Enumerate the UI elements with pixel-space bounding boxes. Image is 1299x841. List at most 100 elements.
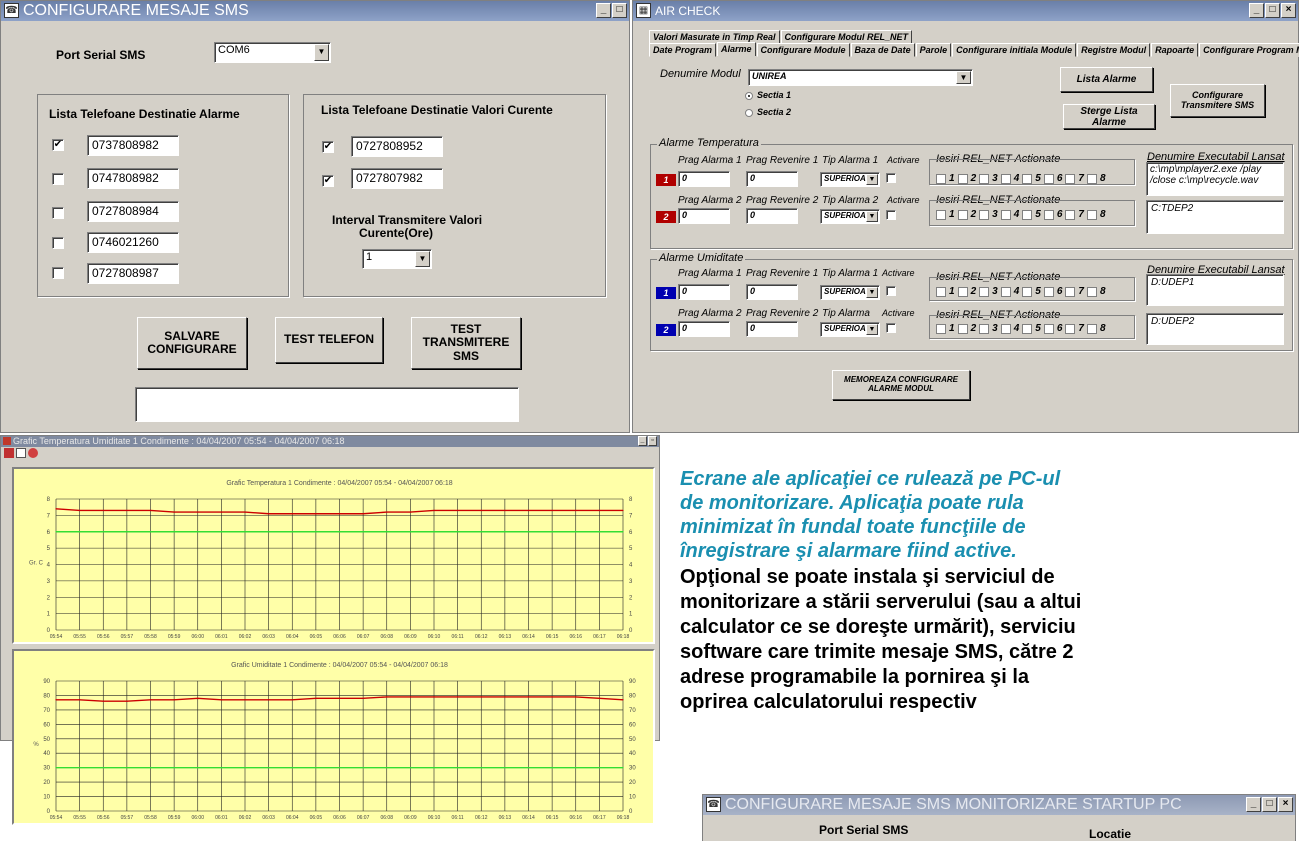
- alarm-phone-input-1[interactable]: 0737808982: [87, 135, 179, 156]
- tab-config-module[interactable]: Configurare Module: [756, 43, 850, 57]
- save-config-button[interactable]: SALVARE CONFIGURARE: [137, 317, 247, 369]
- alarm-phone-checkbox-2[interactable]: [52, 173, 64, 185]
- rel-checkbox[interactable]: [957, 286, 968, 297]
- minimize-button[interactable]: _: [1246, 797, 1261, 812]
- maximize-button[interactable]: □: [1262, 797, 1277, 812]
- alarm-phone-input-4[interactable]: 0746021260: [87, 232, 179, 253]
- minimize-button[interactable]: _: [638, 436, 647, 446]
- test-phone-button[interactable]: TEST TELEFON: [275, 317, 383, 363]
- sms-title-bar[interactable]: ☎ CONFIGURARE MESAJE SMS _ □: [1, 1, 629, 21]
- rel-checkbox[interactable]: [957, 173, 968, 184]
- current-phone-checkbox-2[interactable]: ✔: [322, 175, 334, 187]
- rel-checkbox[interactable]: [1043, 173, 1054, 184]
- rev1-h-input[interactable]: 0: [746, 284, 798, 300]
- rel-checkbox[interactable]: [1086, 323, 1097, 334]
- rel-checkbox[interactable]: [979, 323, 990, 334]
- activ-t1-checkbox[interactable]: [886, 173, 896, 183]
- activ-t2-checkbox[interactable]: [886, 210, 896, 220]
- tab-rapoarte[interactable]: Rapoarte: [1151, 43, 1199, 57]
- maximize-button[interactable]: □: [1265, 3, 1280, 18]
- rel-checkbox[interactable]: [936, 286, 946, 297]
- rel-checkbox[interactable]: [936, 173, 946, 184]
- rev2-t-input[interactable]: 0: [746, 208, 798, 224]
- chevron-down-icon[interactable]: ▼: [415, 251, 430, 267]
- tab-real-time[interactable]: Valori Masurate in Timp Real: [649, 30, 780, 44]
- rel-checkbox[interactable]: [1065, 173, 1076, 184]
- exe-t2-input[interactable]: C:TDEP2: [1146, 200, 1284, 234]
- chevron-down-icon[interactable]: ▼: [956, 71, 971, 84]
- rel-checkbox[interactable]: [1043, 323, 1054, 334]
- tab-baza-date[interactable]: Baza de Date: [850, 43, 915, 57]
- rel-checkbox[interactable]: [1022, 286, 1033, 297]
- activ-h2-checkbox[interactable]: [886, 323, 896, 333]
- prag2-t-input[interactable]: 0: [678, 208, 730, 224]
- tab-config-monitor[interactable]: Configurare Program Monitorizare: [1199, 43, 1299, 57]
- rel-checkbox[interactable]: [979, 209, 990, 220]
- rel-checkbox[interactable]: [936, 323, 946, 334]
- prag1-h-input[interactable]: 0: [678, 284, 730, 300]
- tab-alarme[interactable]: Alarme: [717, 42, 756, 56]
- rel-checkbox[interactable]: [957, 209, 968, 220]
- rel-checkbox[interactable]: [1086, 209, 1097, 220]
- rel-checkbox[interactable]: [1000, 209, 1011, 220]
- lista-alarme-button[interactable]: Lista Alarme: [1060, 67, 1153, 92]
- tab-parole[interactable]: Parole: [915, 43, 952, 57]
- rel-checkbox[interactable]: [1065, 323, 1076, 334]
- current-phone-checkbox-1[interactable]: ✔: [322, 141, 334, 153]
- rel-checkbox[interactable]: [979, 173, 990, 184]
- memoreaza-button[interactable]: MEMOREAZA CONFIGURARE ALARME MODUL: [832, 370, 970, 400]
- rel-checkbox[interactable]: [1000, 323, 1011, 334]
- test-sms-button[interactable]: TEST TRANSMITERE SMS: [411, 317, 521, 369]
- chevron-down-icon[interactable]: ▼: [866, 174, 878, 185]
- close-button[interactable]: ×: [1281, 3, 1296, 18]
- radio-sectia-2[interactable]: [745, 109, 753, 117]
- rel-checkbox[interactable]: [1000, 173, 1011, 184]
- maximize-button[interactable]: □: [612, 3, 627, 18]
- rel-checkbox[interactable]: [1065, 286, 1076, 297]
- tab-config-initiala[interactable]: Configurare initiala Module: [952, 43, 1077, 57]
- table-icon[interactable]: [16, 448, 26, 458]
- interval-select[interactable]: 1 ▼: [362, 249, 432, 269]
- restore-button[interactable]: ▫: [648, 436, 657, 446]
- rel-checkbox[interactable]: [936, 209, 946, 220]
- rel-checkbox[interactable]: [979, 286, 990, 297]
- close-button[interactable]: ×: [1278, 797, 1293, 812]
- rev2-h-input[interactable]: 0: [746, 321, 798, 337]
- tip2-h-select[interactable]: SUPERIOARA ▼: [820, 322, 880, 337]
- tab-rel-net[interactable]: Configurare Modul REL_NET: [780, 30, 913, 44]
- rel-checkbox[interactable]: [957, 323, 968, 334]
- activ-h1-checkbox[interactable]: [886, 286, 896, 296]
- current-phone-input-2[interactable]: 0727807982: [351, 168, 443, 189]
- alarm-phone-input-5[interactable]: 0727808987: [87, 263, 179, 284]
- alarm-phone-checkbox-4[interactable]: [52, 237, 64, 249]
- chevron-down-icon[interactable]: ▼: [314, 44, 329, 61]
- rel-checkbox[interactable]: [1043, 209, 1054, 220]
- current-phone-input-1[interactable]: 0727808952: [351, 136, 443, 157]
- export-icon[interactable]: [28, 448, 38, 458]
- tab-registre[interactable]: Registre Modul: [1077, 43, 1151, 57]
- air-title-bar[interactable]: ▦ AIR CHECK _ □ ×: [633, 1, 1298, 21]
- rel-checkbox[interactable]: [1000, 286, 1011, 297]
- rev1-t-input[interactable]: 0: [746, 171, 798, 187]
- radio-sectia-1[interactable]: [745, 92, 753, 100]
- alarm-phone-checkbox-3[interactable]: [52, 207, 64, 219]
- exe-t1-input[interactable]: c:\mp\mplayer2.exe /play /close c:\mp\re…: [1146, 162, 1284, 196]
- sterge-alarme-button[interactable]: Sterge Lista Alarme: [1063, 104, 1155, 129]
- graph-title-bar[interactable]: Grafic Temperatura Umiditate 1 Condiment…: [1, 436, 659, 447]
- exe-h1-input[interactable]: D:UDEP1: [1146, 274, 1284, 306]
- config-sms-button[interactable]: Configurare Transmitere SMS: [1170, 84, 1265, 117]
- chevron-down-icon[interactable]: ▼: [866, 211, 878, 222]
- port-select[interactable]: COM6 ▼: [214, 42, 331, 63]
- alarm-phone-input-3[interactable]: 0727808984: [87, 201, 179, 222]
- rel-checkbox[interactable]: [1022, 209, 1033, 220]
- prag1-t-input[interactable]: 0: [678, 171, 730, 187]
- exe-h2-input[interactable]: D:UDEP2: [1146, 313, 1284, 345]
- chevron-down-icon[interactable]: ▼: [866, 287, 878, 298]
- chevron-down-icon[interactable]: ▼: [866, 324, 878, 335]
- tip2-t-select[interactable]: SUPERIOARA ▼: [820, 209, 880, 224]
- startup-title-bar[interactable]: ☎ CONFIGURARE MESAJE SMS MONITORIZARE STA…: [703, 795, 1295, 815]
- bar-chart-icon[interactable]: [4, 448, 14, 458]
- tab-date-program[interactable]: Date Program: [649, 43, 717, 57]
- rel-checkbox[interactable]: [1043, 286, 1054, 297]
- minimize-button[interactable]: _: [1249, 3, 1264, 18]
